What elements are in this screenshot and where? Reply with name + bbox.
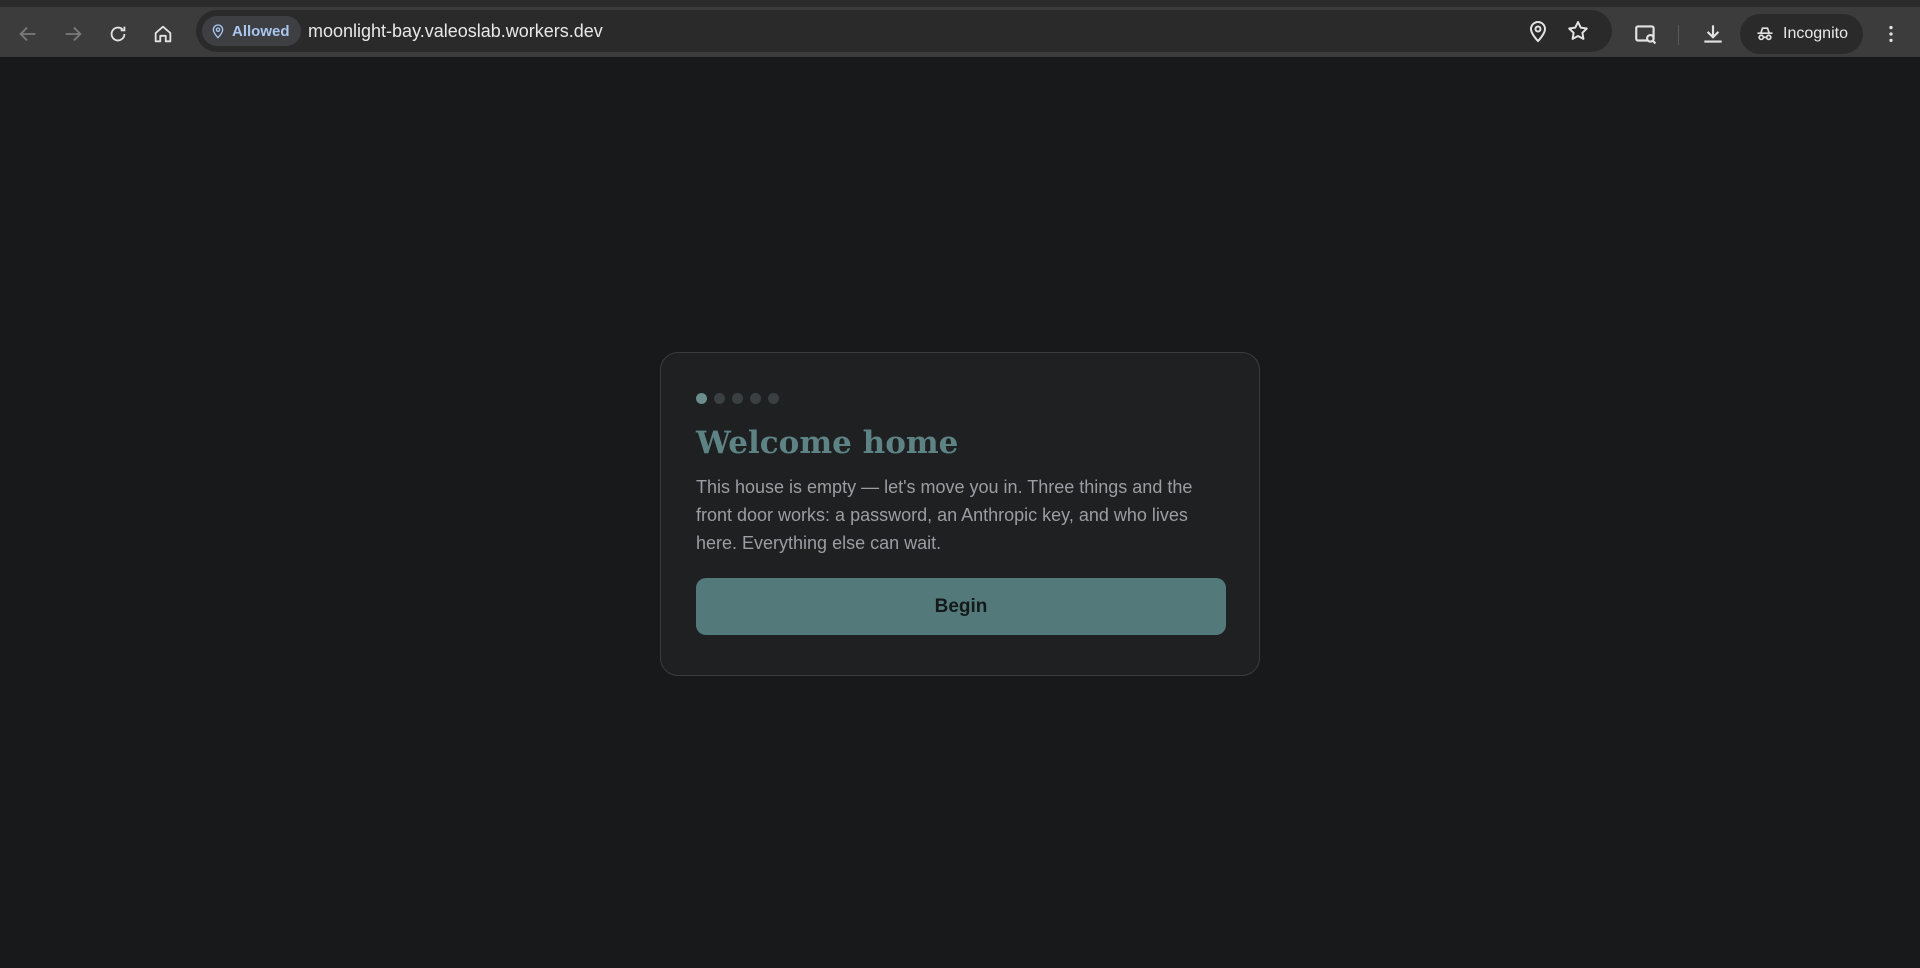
incognito-label: Incognito	[1783, 25, 1848, 43]
welcome-title: Welcome home	[696, 425, 958, 461]
arrow-right-icon	[62, 23, 84, 45]
more-menu-icon[interactable]	[1880, 22, 1902, 46]
step-dot	[732, 393, 743, 404]
toolbar-divider	[1678, 25, 1679, 45]
step-indicator	[696, 393, 779, 404]
bookmark-star-icon[interactable]	[1566, 19, 1590, 43]
home-icon	[152, 23, 174, 45]
location-pin-icon	[210, 23, 226, 39]
reload-icon	[107, 23, 129, 45]
browser-toolbar: Allowed moonlight-bay.valeoslab.workers.…	[0, 0, 1920, 57]
begin-button[interactable]: Begin	[696, 578, 1226, 635]
back-button[interactable]	[11, 17, 45, 51]
incognito-icon	[1755, 24, 1775, 44]
search-tabs-icon[interactable]	[1633, 21, 1659, 47]
welcome-description: This house is empty — let's move you in.…	[696, 473, 1226, 557]
home-button[interactable]	[146, 17, 180, 51]
step-dot-active	[696, 393, 707, 404]
site-permission-label: Allowed	[232, 23, 290, 40]
onboarding-card: Welcome home This house is empty — let's…	[660, 352, 1260, 676]
location-icon[interactable]	[1526, 19, 1550, 43]
url-text[interactable]: moonlight-bay.valeoslab.workers.dev	[308, 21, 603, 42]
address-bar[interactable]: Allowed moonlight-bay.valeoslab.workers.…	[196, 10, 1612, 52]
step-dot	[768, 393, 779, 404]
incognito-indicator[interactable]: Incognito	[1740, 14, 1863, 54]
reload-button[interactable]	[101, 17, 135, 51]
step-dot	[750, 393, 761, 404]
forward-button[interactable]	[56, 17, 90, 51]
step-dot	[714, 393, 725, 404]
download-icon[interactable]	[1700, 21, 1726, 47]
arrow-left-icon	[17, 23, 39, 45]
site-permission-chip[interactable]: Allowed	[202, 16, 301, 46]
